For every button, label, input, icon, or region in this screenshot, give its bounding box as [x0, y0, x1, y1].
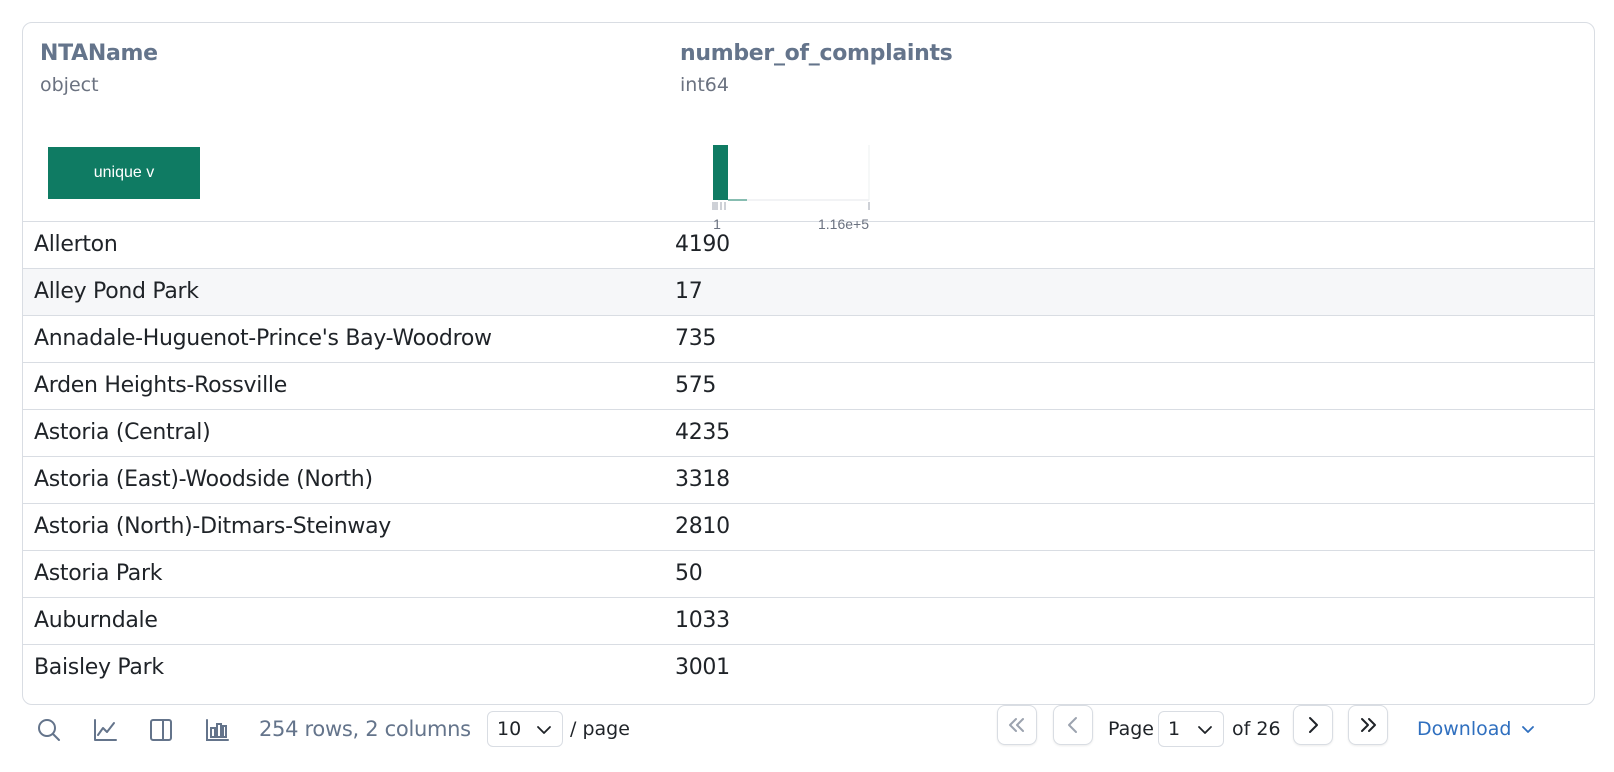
- last-page-button[interactable]: [1348, 705, 1388, 745]
- rows-columns-count: 254 rows, 2 columns: [259, 717, 471, 741]
- column-dtype: object: [40, 74, 99, 96]
- search-icon[interactable]: [32, 713, 66, 747]
- cell-number-of-complaints: 4235: [675, 420, 730, 445]
- chevron-right-icon: [1309, 717, 1318, 733]
- current-page-value: 1: [1168, 718, 1181, 740]
- download-label: Download: [1417, 718, 1512, 740]
- data-table: NTAName object unique v number_of_compla…: [22, 22, 1595, 705]
- double-chevron-left-icon: [1009, 718, 1024, 732]
- cell-ntaname: Astoria (Central): [34, 420, 211, 445]
- table-row[interactable]: Auburndale 1033: [23, 598, 1594, 645]
- table-row[interactable]: Annadale-Huguenot-Prince's Bay-Woodrow 7…: [23, 316, 1594, 363]
- cell-ntaname: Astoria Park: [34, 561, 163, 586]
- download-menu-button[interactable]: Download: [1417, 711, 1535, 747]
- cell-number-of-complaints: 735: [675, 326, 717, 351]
- bar-chart-icon[interactable]: [200, 713, 234, 747]
- page-size-select[interactable]: 10: [487, 711, 563, 747]
- cell-number-of-complaints: 2810: [675, 514, 730, 539]
- cell-ntaname: Allerton: [34, 232, 118, 257]
- cell-ntaname: Baisley Park: [34, 655, 164, 680]
- cell-number-of-complaints: 3001: [675, 655, 730, 680]
- table-row[interactable]: Astoria (Central) 4235: [23, 410, 1594, 457]
- table-row[interactable]: Astoria Park 50: [23, 551, 1594, 598]
- table-row[interactable]: Astoria (North)-Ditmars-Steinway 2810: [23, 504, 1594, 551]
- current-page-select[interactable]: 1: [1158, 711, 1224, 747]
- table-row[interactable]: Arden Heights-Rossville 575: [23, 363, 1594, 410]
- double-chevron-right-icon: [1361, 718, 1376, 732]
- cell-ntaname: Arden Heights-Rossville: [34, 373, 287, 398]
- histogram-bar: [713, 145, 728, 200]
- table-footer: 254 rows, 2 columns 10 / page Page 1 of …: [0, 705, 1614, 772]
- column-header-ntaname[interactable]: NTAName object: [40, 41, 158, 96]
- table-body: Allerton 4190 Alley Pond Park 17 Annadal…: [23, 222, 1594, 692]
- total-pages-label: of 26: [1232, 718, 1281, 740]
- column-header-number-of-complaints[interactable]: number_of_complaints int64: [680, 41, 953, 96]
- column-name: number_of_complaints: [680, 41, 953, 66]
- table-row[interactable]: Allerton 4190: [23, 222, 1594, 269]
- cell-ntaname: Alley Pond Park: [34, 279, 199, 304]
- page-size-value: 10: [497, 718, 522, 740]
- cell-number-of-complaints: 1033: [675, 608, 730, 633]
- first-page-button[interactable]: [997, 705, 1037, 745]
- panel-icon[interactable]: [144, 713, 178, 747]
- table-header: NTAName object unique v number_of_compla…: [23, 23, 1594, 232]
- line-chart-icon[interactable]: [88, 713, 122, 747]
- chevron-down-icon: [1522, 726, 1535, 733]
- next-page-button[interactable]: [1293, 705, 1333, 745]
- chevron-down-icon: [537, 726, 551, 734]
- rug-ticks: [712, 202, 870, 210]
- cell-number-of-complaints: 3318: [675, 467, 730, 492]
- cell-number-of-complaints: 50: [675, 561, 703, 586]
- chevron-down-icon: [1198, 726, 1212, 734]
- cell-number-of-complaints: 575: [675, 373, 717, 398]
- unique-values-summary: unique v: [48, 147, 200, 199]
- cell-ntaname: Astoria (North)-Ditmars-Steinway: [34, 514, 391, 539]
- per-page-label: / page: [570, 718, 630, 740]
- column-dtype: int64: [680, 74, 729, 96]
- previous-page-button[interactable]: [1053, 705, 1093, 745]
- cell-ntaname: Auburndale: [34, 608, 158, 633]
- cell-ntaname: Astoria (East)-Woodside (North): [34, 467, 373, 492]
- chevron-left-icon: [1068, 717, 1077, 733]
- cell-ntaname: Annadale-Huguenot-Prince's Bay-Woodrow: [34, 326, 492, 351]
- table-row[interactable]: Alley Pond Park 17: [23, 269, 1594, 316]
- page-label: Page: [1108, 718, 1154, 740]
- table-row[interactable]: Baisley Park 3001: [23, 645, 1594, 692]
- cell-number-of-complaints: 17: [675, 279, 703, 304]
- table-row[interactable]: Astoria (East)-Woodside (North) 3318: [23, 457, 1594, 504]
- column-name: NTAName: [40, 41, 158, 66]
- cell-number-of-complaints: 4190: [675, 232, 730, 257]
